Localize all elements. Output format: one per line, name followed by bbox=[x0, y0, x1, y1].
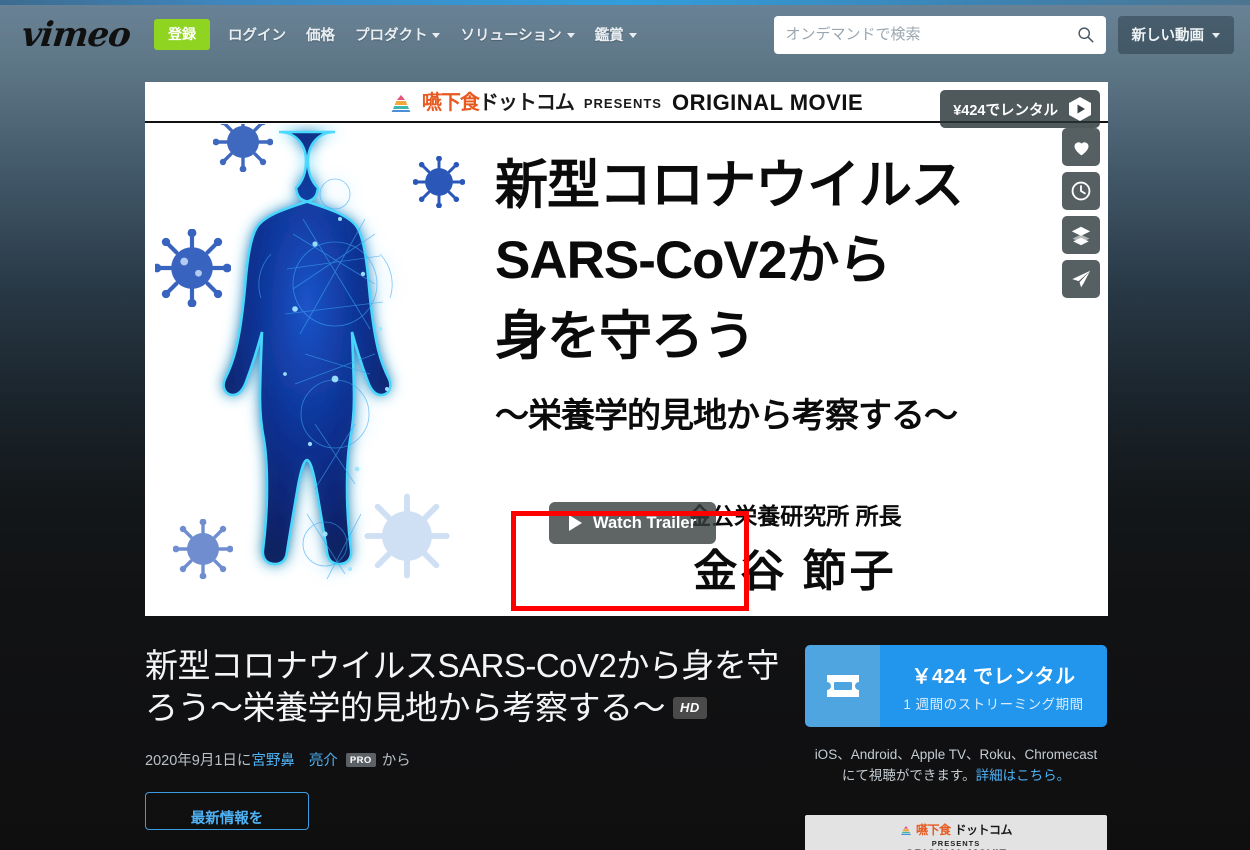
device-note: にて視聴ができます。 bbox=[841, 767, 976, 783]
share-paper-plane-icon[interactable] bbox=[1070, 268, 1092, 290]
poster-illustration bbox=[155, 124, 525, 616]
nav-label-solutions: ソリューション bbox=[460, 28, 562, 44]
signup-button[interactable]: 登録 bbox=[153, 18, 210, 51]
chevron-down-icon bbox=[566, 33, 575, 38]
author-link-last[interactable]: 宮野鼻 bbox=[251, 749, 295, 770]
add-to-collection-stack-icon[interactable] bbox=[1070, 224, 1092, 246]
search-icon[interactable] bbox=[1077, 26, 1094, 43]
watch-trailer-button[interactable]: Watch Trailer bbox=[549, 502, 717, 544]
nav-label-watch: 鑑賞 bbox=[594, 28, 624, 44]
site-header: vimeo 登録 ログイン 価格 プロダクト ソリューション 鑑賞 オンデマンド… bbox=[0, 5, 1250, 64]
thumb-brand-row: 嚥下食 ドットコム bbox=[900, 823, 1013, 838]
page-title: 新型コロナウイルスSARS-CoV2から身を守ろう〜栄養学的見地から考察する〜 H… bbox=[145, 645, 785, 729]
rent-button[interactable]: ￥424 でレンタル 1 週間のストリーミング期間 bbox=[805, 645, 1107, 727]
poster-title-line-3: 身を守ろう bbox=[495, 306, 756, 366]
chevron-down-icon bbox=[1212, 33, 1220, 38]
rent-period-label: 1 週間のストリーミング期間 bbox=[903, 696, 1084, 712]
play-triangle-icon bbox=[569, 515, 582, 531]
details-link[interactable]: 詳細はこちら。 bbox=[976, 768, 1071, 783]
header-right-group: 新しい動画 bbox=[773, 15, 1234, 54]
nav-item-pricing[interactable]: 価格 bbox=[306, 24, 335, 45]
chevron-down-icon bbox=[628, 33, 637, 38]
virus-particle-icon bbox=[155, 229, 231, 307]
nav-item-login[interactable]: ログイン bbox=[228, 24, 286, 45]
poster-original-movie-label: ORIGINAL MOVIE bbox=[671, 90, 864, 115]
thumb-presents-label: PRESENTS bbox=[931, 839, 981, 849]
video-info-panel: 新型コロナウイルスSARS-CoV2から身を守ろう〜栄養学的見地から考察する〜 H… bbox=[145, 645, 785, 831]
player-rent-overlay-button[interactable]: ¥424でレンタル bbox=[940, 90, 1100, 128]
poster-title-line-1: 新型コロナウイルス bbox=[495, 156, 964, 215]
main-nav: ログイン 価格 プロダクト ソリューション 鑑賞 bbox=[228, 24, 637, 45]
related-video-thumbnail[interactable]: 嚥下食ドットコム PRESENTS ORIGINAL MOVIE bbox=[805, 814, 1107, 850]
pyramid-logo-icon bbox=[901, 825, 911, 835]
rent-text-column: ￥424 でレンタル 1 週間のストリーミング期間 bbox=[880, 645, 1107, 727]
virus-particle-icon bbox=[173, 519, 233, 579]
author-link-first[interactable]: 亮介 bbox=[309, 749, 338, 770]
virus-particle-icon bbox=[413, 156, 465, 208]
player-side-actions bbox=[1062, 128, 1100, 298]
pyramid-logo-icon bbox=[391, 94, 411, 112]
poster-brand-text: 嚥下食ドットコム bbox=[421, 92, 575, 114]
like-button[interactable] bbox=[1062, 128, 1100, 166]
chevron-down-icon bbox=[432, 33, 441, 38]
rent-icon-column bbox=[805, 645, 880, 727]
player-rent-overlay-label: ¥424でレンタル bbox=[953, 102, 1058, 119]
add-to-collection-button[interactable] bbox=[1062, 216, 1100, 254]
vimeo-logo[interactable]: vimeo bbox=[20, 15, 132, 55]
rent-price-label: ￥424 でレンタル bbox=[911, 665, 1076, 688]
nav-label-product: プロダクト bbox=[354, 28, 428, 44]
poster-presents-label: PRESENTS bbox=[583, 95, 662, 111]
video-poster-image: 嚥下食ドットコム PRESENTS ORIGINAL MOVIE 新型コロナウイ… bbox=[145, 82, 1108, 616]
poster-title-line-2: SARS-CoV2から bbox=[495, 231, 891, 291]
play-hexagon-icon[interactable] bbox=[1067, 96, 1093, 122]
video-player[interactable]: 嚥下食ドットコム PRESENTS ORIGINAL MOVIE 新型コロナウイ… bbox=[145, 82, 1108, 616]
search-box[interactable] bbox=[773, 15, 1106, 54]
thumb-brand-jp: 嚥下食 bbox=[915, 823, 951, 838]
like-heart-icon[interactable] bbox=[1071, 137, 1092, 158]
nav-item-watch[interactable]: 鑑賞 bbox=[595, 24, 637, 45]
nav-label-login: ログイン bbox=[227, 28, 286, 44]
watch-later-clock-icon[interactable] bbox=[1070, 180, 1092, 202]
follow-updates-button[interactable]: 最新情報を bbox=[145, 792, 309, 831]
byline-suffix: から bbox=[381, 753, 411, 770]
poster-brand-katakana: ドットコム bbox=[478, 92, 575, 114]
search-input[interactable] bbox=[785, 26, 1077, 43]
poster-subtitle: 〜栄養学的見地から考察する〜 bbox=[495, 396, 958, 435]
share-button[interactable] bbox=[1062, 260, 1100, 298]
purchase-rail: ￥424 でレンタル 1 週間のストリーミング期間 iOS、Android、Ap… bbox=[805, 645, 1107, 850]
virus-particle-icon bbox=[213, 124, 273, 172]
nav-label-pricing: 価格 bbox=[305, 28, 335, 44]
nav-item-solutions[interactable]: ソリューション bbox=[460, 24, 575, 45]
virus-particle-icon bbox=[364, 493, 450, 579]
new-video-label: 新しい動画 bbox=[1131, 28, 1205, 44]
hd-badge: HD bbox=[673, 697, 707, 719]
poster-presenter-name: 金谷 節子 bbox=[693, 546, 897, 596]
watch-trailer-label: Watch Trailer bbox=[593, 513, 697, 532]
ticket-icon bbox=[826, 675, 859, 697]
byline: 2020年9月1日に 宮野鼻 亮介 PRO から bbox=[145, 749, 785, 770]
nav-item-product[interactable]: プロダクト bbox=[355, 24, 441, 45]
device-compatibility-note: iOS、Android、Apple TV、Roku、Chromecast にて視… bbox=[805, 745, 1107, 787]
thumb-brand-katakana: ドットコム bbox=[954, 823, 1013, 838]
pro-badge: PRO bbox=[345, 752, 376, 767]
byline-date: 2020年9月1日に bbox=[145, 753, 252, 770]
device-list: iOS、Android、Apple TV、Roku、Chromecast bbox=[814, 747, 1098, 762]
watch-later-button[interactable] bbox=[1062, 172, 1100, 210]
poster-brand-jp: 嚥下食 bbox=[421, 92, 480, 114]
vimeo-ondemand-page: vimeo 登録 ログイン 価格 プロダクト ソリューション 鑑賞 オンデマンド… bbox=[0, 0, 1250, 850]
new-video-button[interactable]: 新しい動画 bbox=[1117, 15, 1234, 54]
